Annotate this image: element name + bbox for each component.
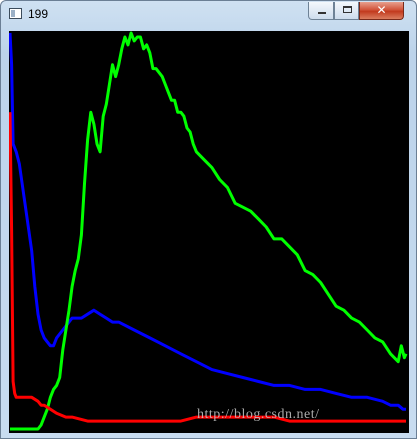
red-channel-line — [9, 112, 406, 423]
minimize-button[interactable] — [308, 2, 334, 20]
blue-channel-line — [9, 32, 406, 411]
histogram-canvas: http://blog.csdn.net/ — [9, 31, 409, 433]
maximize-icon — [343, 6, 352, 13]
close-button[interactable]: ✕ — [359, 2, 404, 20]
app-window-icon[interactable] — [9, 8, 22, 19]
window-title: 199 — [28, 7, 49, 21]
app-window: 199 ✕ http://blog.csdn.net/ — [0, 0, 417, 439]
histogram-chart — [9, 31, 408, 431]
title-bar[interactable]: 199 ✕ — [1, 1, 416, 28]
green-channel-line — [10, 31, 408, 431]
watermark-text: http://blog.csdn.net/ — [197, 407, 320, 422]
maximize-button[interactable] — [334, 2, 359, 20]
minimize-icon — [318, 12, 326, 14]
close-icon: ✕ — [376, 3, 387, 17]
